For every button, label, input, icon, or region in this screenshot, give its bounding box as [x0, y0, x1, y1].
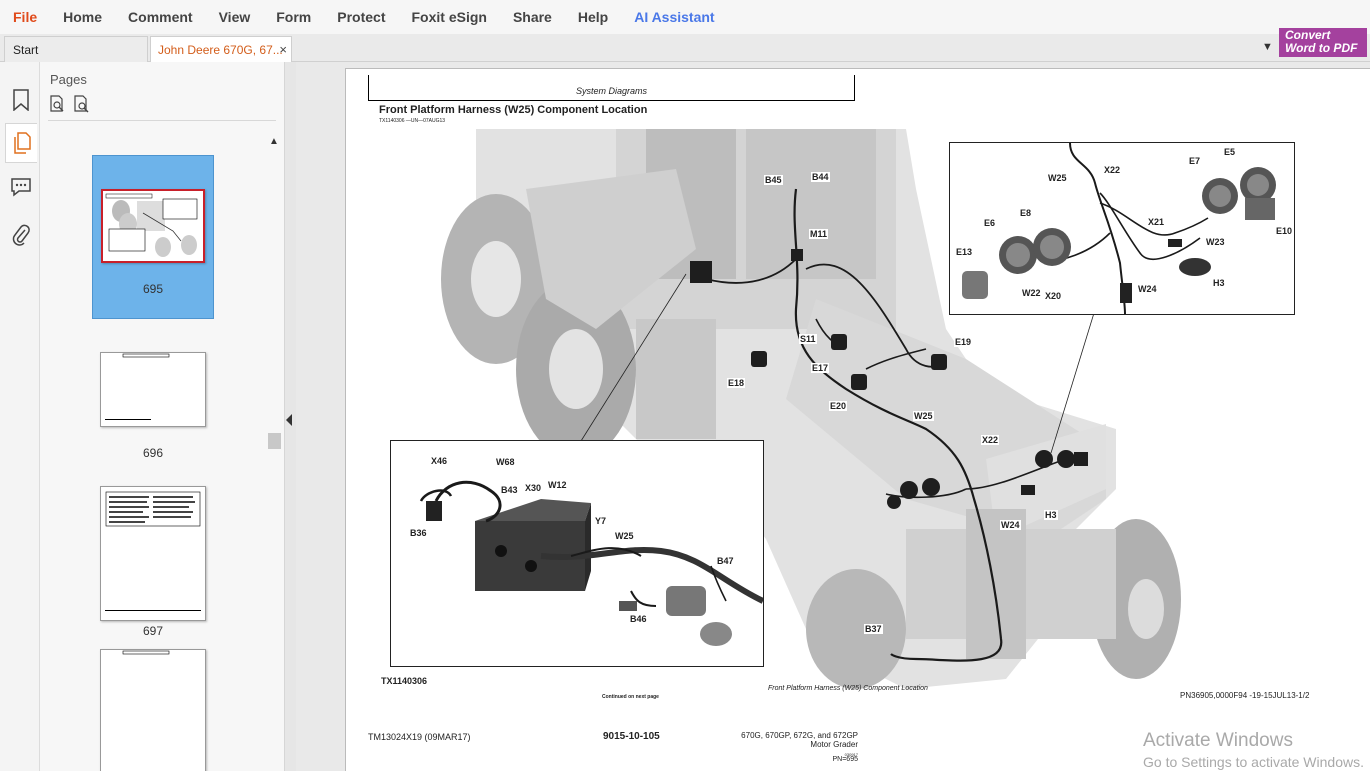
pages-panel: Pages ▲ 695 696 697 — [40, 62, 284, 771]
thumbnail-page-preview — [101, 189, 205, 263]
menu-share[interactable]: Share — [500, 9, 565, 25]
label-inset-b47: B47 — [716, 556, 735, 566]
footer-models: 670G, 670GP, 672G, and 672GP Motor Grade… — [716, 731, 858, 749]
page-search-icon[interactable] — [73, 95, 93, 115]
convert-word-to-pdf-button[interactable]: Convert Word to PDF — [1279, 28, 1367, 57]
label-inset-x46: X46 — [430, 456, 449, 466]
label-x22: X22 — [981, 435, 1000, 445]
activate-windows-title: Activate Windows — [1143, 730, 1293, 751]
footer-section-number: 9015-10-105 — [603, 731, 660, 742]
label-inset-b36: B36 — [409, 528, 428, 538]
label-inset-e5: E5 — [1223, 147, 1237, 157]
label-inset-w25: W25 — [1047, 173, 1068, 183]
label-e20: E20 — [829, 401, 848, 411]
tab-document[interactable]: John Deere 670G, 67... × — [150, 36, 292, 62]
thumbnail-number: 697 — [142, 624, 164, 638]
menu-foxit-esign[interactable]: Foxit eSign — [398, 9, 499, 25]
menu-help[interactable]: Help — [565, 9, 621, 25]
label-e17: E17 — [811, 363, 830, 373]
footer-models-line1: 670G, 670GP, 672G, and 672GP — [741, 731, 858, 740]
panel-scrollbar-thumb[interactable] — [268, 433, 281, 449]
tab-document-label: John Deere 670G, 67... — [158, 42, 283, 57]
label-inset-w24: W24 — [1137, 284, 1158, 294]
thumbnail-number: 695 — [142, 282, 164, 296]
menu-form[interactable]: Form — [263, 9, 324, 25]
chevron-up-icon[interactable]: ▲ — [269, 136, 279, 147]
pn-reference: PN36905,0000F94 -19-15JUL13-1/2 — [1180, 691, 1310, 700]
menu-home[interactable]: Home — [50, 9, 115, 25]
thumbnail-page-preview — [100, 649, 206, 771]
footer-manual-id: TM13024X19 (09MAR17) — [368, 732, 471, 742]
label-inset-w25: W25 — [614, 531, 635, 541]
label-inset-e8: E8 — [1019, 208, 1033, 218]
label-b45: B45 — [764, 175, 783, 185]
menu-view[interactable]: View — [206, 9, 264, 25]
figure-caption: Front Platform Harness (W25) Component L… — [768, 685, 928, 692]
page-zoom-icon[interactable] — [49, 95, 69, 115]
collapse-left-icon[interactable] — [286, 414, 292, 426]
thumbnail-number: 696 — [142, 446, 164, 460]
label-inset-w12: W12 — [547, 480, 568, 490]
figure-id: TX1140306 — [381, 676, 428, 686]
activate-windows-subtitle: Go to Settings to activate Windows. — [1143, 754, 1364, 770]
label-inset-x22: X22 — [1103, 165, 1122, 175]
label-inset-x21: X21 — [1147, 217, 1166, 227]
label-e19: E19 — [954, 337, 973, 347]
footer-models-line2: Motor Grader — [810, 740, 858, 749]
label-inset-e7: E7 — [1188, 156, 1202, 166]
inset-light-harness — [949, 142, 1295, 315]
label-inset-h3: H3 — [1212, 278, 1226, 288]
menu-comment[interactable]: Comment — [115, 9, 206, 25]
thumbnail-page-preview — [100, 486, 206, 621]
label-inset-x20: X20 — [1044, 291, 1063, 301]
thumbnail-page-preview — [100, 352, 206, 427]
label-b37: B37 — [864, 624, 883, 634]
panel-separator — [48, 120, 276, 121]
inset-valve-harness — [390, 440, 764, 667]
label-e18: E18 — [727, 378, 746, 388]
menu-ai-assistant[interactable]: AI Assistant — [621, 9, 727, 25]
convert-sublabel: Word to PDF — [1285, 41, 1358, 55]
menu-file[interactable]: File — [0, 9, 50, 25]
label-inset-x30: X30 — [524, 483, 543, 493]
pages-icon[interactable] — [5, 123, 37, 163]
label-inset-b46: B46 — [629, 614, 648, 624]
label-w25: W25 — [913, 411, 934, 421]
tab-start[interactable]: Start — [4, 36, 148, 62]
bookmark-icon[interactable] — [8, 87, 34, 113]
document-page: System Diagrams Front Platform Harness (… — [345, 68, 1370, 771]
label-inset-e6: E6 — [983, 218, 997, 228]
label-s11: S11 — [799, 334, 817, 344]
tab-bar: Start John Deere 670G, 67... × — [0, 34, 1370, 62]
label-m11: M11 — [809, 229, 829, 239]
label-inset-y7: Y7 — [594, 516, 608, 526]
continued-note: Continued on next page — [602, 694, 659, 700]
label-inset-b43: B43 — [500, 485, 519, 495]
label-inset-e13: E13 — [955, 247, 974, 257]
close-icon[interactable]: × — [279, 42, 287, 57]
menu-bar: File Home Comment View Form Protect Foxi… — [0, 0, 1370, 34]
pages-panel-title: Pages — [50, 72, 87, 87]
label-inset-w23: W23 — [1205, 237, 1226, 247]
footer-page-number: PN=695 — [832, 756, 859, 763]
menu-protect[interactable]: Protect — [324, 9, 398, 25]
dropdown-icon[interactable]: ▼ — [1262, 41, 1273, 53]
label-h3: H3 — [1044, 510, 1058, 520]
tab-start-label: Start — [13, 42, 39, 57]
comment-icon[interactable] — [8, 174, 34, 200]
label-inset-w68: W68 — [495, 457, 516, 467]
thumbnail-695[interactable]: 695 — [92, 155, 214, 319]
label-b44: B44 — [811, 172, 830, 182]
attachment-icon[interactable] — [8, 222, 34, 248]
label-inset-w22: W22 — [1021, 288, 1042, 298]
left-icon-strip — [0, 62, 40, 771]
label-w24: W24 — [1000, 520, 1021, 530]
label-inset-e10: E10 — [1275, 226, 1294, 236]
